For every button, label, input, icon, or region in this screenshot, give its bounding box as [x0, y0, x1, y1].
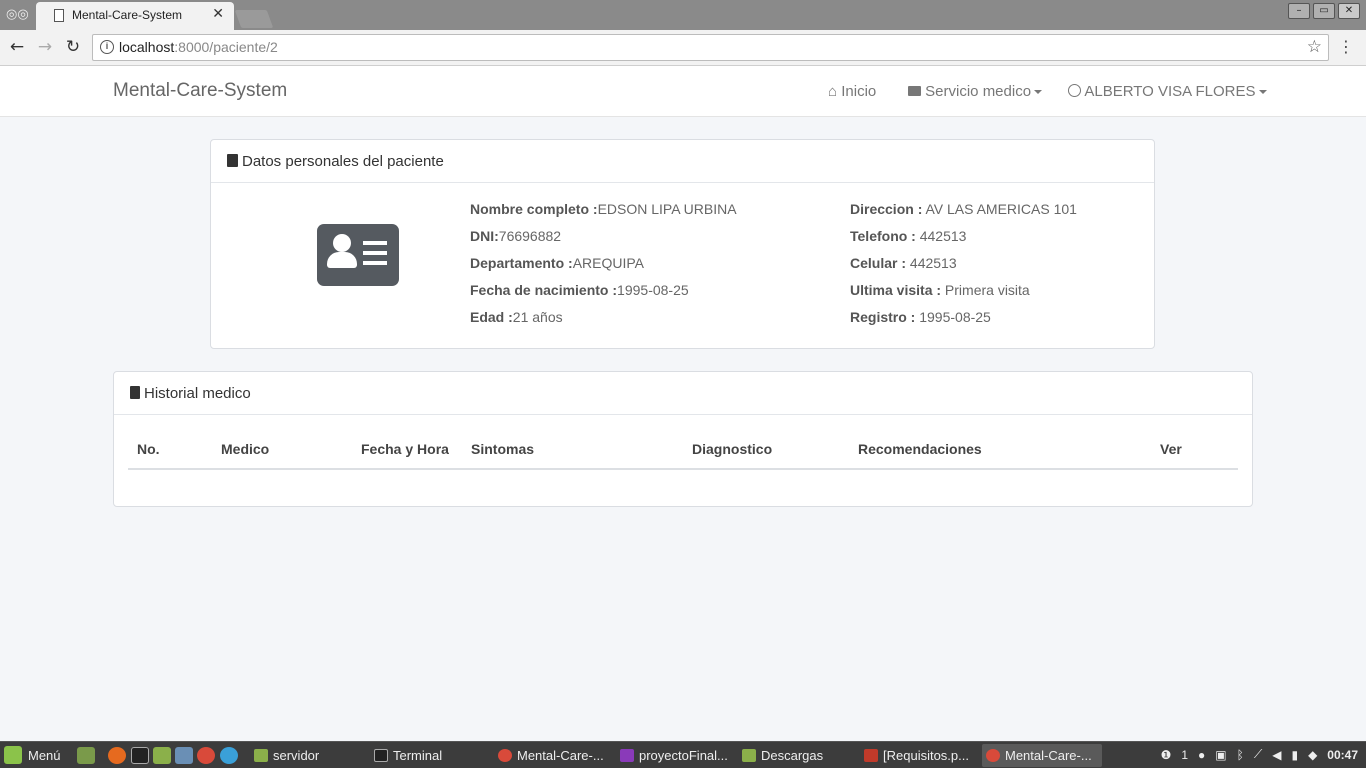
settings-icon[interactable] — [175, 747, 193, 764]
reload-icon[interactable]: ↻ — [62, 36, 84, 58]
files-icon[interactable] — [153, 747, 171, 764]
tray-count: 1 — [1181, 747, 1189, 762]
history-panel: Historial medico No. Medico Fecha y Hora… — [113, 371, 1253, 507]
task-chrome-1[interactable]: Mental-Care-... — [494, 744, 612, 767]
task-phpstorm[interactable]: proyectoFinal... — [616, 744, 734, 767]
chrome-icon[interactable] — [197, 747, 215, 764]
dropbox-icon[interactable]: ◆ — [1308, 748, 1317, 762]
close-window-button[interactable]: ✕ — [1338, 3, 1360, 19]
field-telefono: Telefono : 442513 — [850, 228, 967, 244]
os-taskbar: Menú servidor Terminal Mental-Care-... p… — [0, 741, 1366, 768]
chevron-down-icon — [1034, 90, 1043, 95]
nav-user-menu[interactable]: ALBERTO VISA FLORES — [1068, 83, 1267, 100]
field-registro: Registro : 1995-08-25 — [850, 309, 991, 325]
task-requisitos[interactable]: [Requisitos.p... — [860, 744, 978, 767]
folder-icon — [254, 749, 268, 762]
folder-icon — [742, 749, 756, 762]
incognito-icon: ◎◎ — [6, 7, 29, 22]
nav-inicio-label: Inicio — [841, 83, 877, 100]
terminal-icon[interactable] — [131, 747, 149, 764]
bookmark-star-icon[interactable]: ☆ — [1307, 37, 1322, 57]
brand-link[interactable]: Mental-Care-System — [113, 80, 287, 102]
address-bar[interactable]: i localhost:8000/paciente/2 ☆ — [92, 34, 1329, 61]
address-book-icon — [227, 154, 238, 167]
task-descargas[interactable]: Descargas — [738, 744, 856, 767]
chrome-icon — [498, 749, 512, 762]
col-header-diagnostico[interactable]: Diagnostico — [692, 441, 772, 457]
personal-data-panel: Datos personales del paciente Nombre com… — [210, 139, 1155, 349]
back-icon[interactable]: ← — [6, 36, 28, 58]
panel-title: Historial medico — [144, 385, 251, 402]
field-fecha-nacimiento: Fecha de nacimiento :1995-08-25 — [470, 282, 689, 298]
col-header-ver[interactable]: Ver — [1160, 441, 1182, 457]
col-header-no[interactable]: No. — [137, 441, 160, 457]
col-header-recomendaciones[interactable]: Recomendaciones — [858, 441, 982, 457]
start-menu-label: Menú — [28, 747, 61, 763]
file-icon — [130, 386, 140, 399]
clock[interactable]: 00:47 — [1327, 748, 1358, 762]
window-controls: – ▭ ✕ — [1288, 3, 1360, 19]
col-header-sintomas[interactable]: Sintomas — [471, 441, 534, 457]
task-chrome-2[interactable]: Mental-Care-... — [982, 744, 1102, 767]
home-icon: ⌂ — [828, 83, 838, 100]
volume-icon[interactable]: ◀ — [1272, 748, 1281, 762]
nav-servicio-medico[interactable]: Servicio medico — [908, 83, 1043, 100]
phpstorm-icon — [620, 749, 634, 762]
table-header-divider — [128, 468, 1238, 470]
field-nombre: Nombre completo :EDSON LIPA URBINA — [470, 201, 737, 217]
field-celular: Celular : 442513 — [850, 255, 957, 271]
field-dni: DNI:76696882 — [470, 228, 562, 244]
field-direccion: Direccion : AV LAS AMERICAS 101 — [850, 201, 1077, 217]
col-header-fecha-hora[interactable]: Fecha y Hora — [361, 441, 449, 457]
terminal-icon — [374, 749, 388, 762]
page-icon — [54, 9, 64, 22]
system-tray: ❶ 1 ● ▣ ᛒ ⟋ ◀ ▮ ◆ 00:47 — [1161, 747, 1358, 762]
field-edad: Edad :21 años — [470, 309, 563, 325]
task-terminal[interactable]: Terminal — [370, 744, 488, 767]
mint-logo-icon — [4, 746, 22, 764]
notification-icon[interactable]: ❶ — [1161, 748, 1172, 762]
menu-kebab-icon[interactable]: ⋮ — [1338, 37, 1354, 56]
url-text: localhost:8000/paciente/2 — [119, 39, 278, 55]
panel-title: Datos personales del paciente — [242, 153, 444, 170]
nav-servicio-label: Servicio medico — [925, 83, 1032, 100]
col-header-medico[interactable]: Medico — [221, 441, 269, 457]
document-viewer-icon — [864, 749, 878, 762]
id-card-icon — [317, 224, 399, 286]
browser-tab[interactable]: Mental-Care-System ✕ — [36, 2, 234, 30]
panel-heading: Historial medico — [114, 372, 1252, 415]
folder-icon — [908, 86, 921, 96]
chrome-icon — [986, 749, 1000, 762]
field-ultima-visita: Ultima visita : Primera visita — [850, 282, 1030, 298]
user-circle-icon — [1068, 84, 1081, 97]
bluetooth-icon[interactable]: ᛒ — [1237, 748, 1244, 762]
chevron-down-icon — [1258, 90, 1267, 95]
update-icon[interactable]: ▣ — [1215, 748, 1226, 762]
network-app-icon[interactable] — [220, 747, 238, 764]
browser-titlebar: ◎◎ Mental-Care-System ✕ – ▭ ✕ — [0, 0, 1366, 30]
show-desktop-icon[interactable] — [77, 747, 95, 764]
minimize-button[interactable]: – — [1288, 3, 1310, 19]
maximize-button[interactable]: ▭ — [1313, 3, 1335, 19]
user-icon[interactable]: ● — [1198, 748, 1205, 762]
forward-icon[interactable]: → — [34, 36, 56, 58]
nav-inicio[interactable]: ⌂ Inicio — [828, 83, 876, 100]
info-icon[interactable]: i — [100, 40, 114, 54]
nav-user-label: ALBERTO VISA FLORES — [1084, 83, 1256, 100]
task-servidor[interactable]: servidor — [250, 744, 366, 767]
browser-toolbar: ← → ↻ i localhost:8000/paciente/2 ☆ ⋮ — [0, 30, 1366, 66]
close-tab-icon[interactable]: ✕ — [212, 6, 224, 22]
app-navbar: Mental-Care-System ⌂ Inicio Servicio med… — [0, 66, 1366, 117]
network-icon[interactable]: ⟋ — [1254, 747, 1262, 762]
battery-icon[interactable]: ▮ — [1291, 748, 1298, 762]
new-tab-button[interactable] — [234, 10, 274, 28]
firefox-icon[interactable] — [108, 747, 126, 764]
field-departamento: Departamento :AREQUIPA — [470, 255, 644, 271]
tab-title: Mental-Care-System — [72, 8, 183, 22]
panel-heading: Datos personales del paciente — [211, 140, 1154, 183]
start-menu-button[interactable]: Menú — [4, 746, 61, 764]
